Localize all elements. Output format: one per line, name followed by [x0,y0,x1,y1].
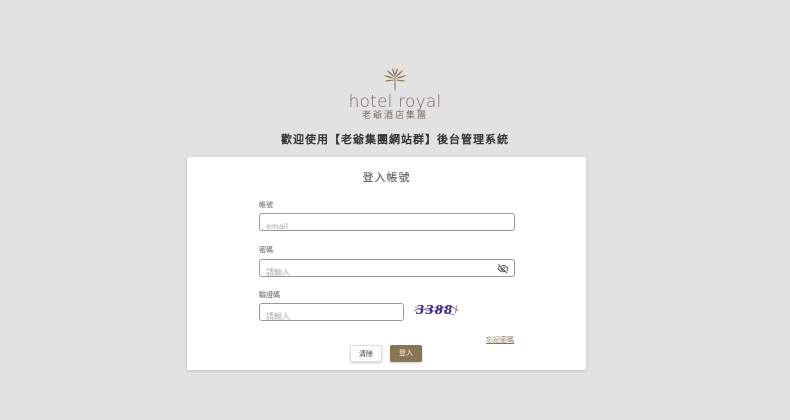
password-label: 密碼 [259,246,273,254]
captcha-image[interactable]: 3388 [413,299,459,319]
login-card-title: 登入帳號 [362,171,411,184]
brand-subtitle: 老爺酒店集團 [361,111,428,121]
captcha-label: 驗證碼 [259,291,280,299]
forgot-password-link[interactable]: 忘記密碼 [486,335,514,345]
captcha-input[interactable] [260,308,403,325]
captcha-field[interactable] [259,303,404,325]
brand-name: hotel royal [348,92,442,112]
account-field[interactable] [259,213,515,235]
palm-logo-icon [383,68,407,92]
password-field[interactable] [259,259,515,281]
clear-button[interactable]: 清除 [350,345,382,362]
account-label: 帳號 [259,201,273,209]
password-input[interactable] [260,264,514,281]
captcha-text: 3388 [416,303,453,317]
page-title: 歡迎使用【老爺集團網站群】後台管理系統 [281,133,509,146]
login-card: 登入帳號 帳號 密碼 驗證碼 3388 忘記密碼 清除 登入 [187,157,586,370]
brand-logo: hotel royal 老爺酒店集團 [0,68,790,122]
account-input[interactable] [260,218,514,235]
eye-off-icon[interactable] [497,263,509,275]
login-button[interactable]: 登入 [390,345,422,362]
